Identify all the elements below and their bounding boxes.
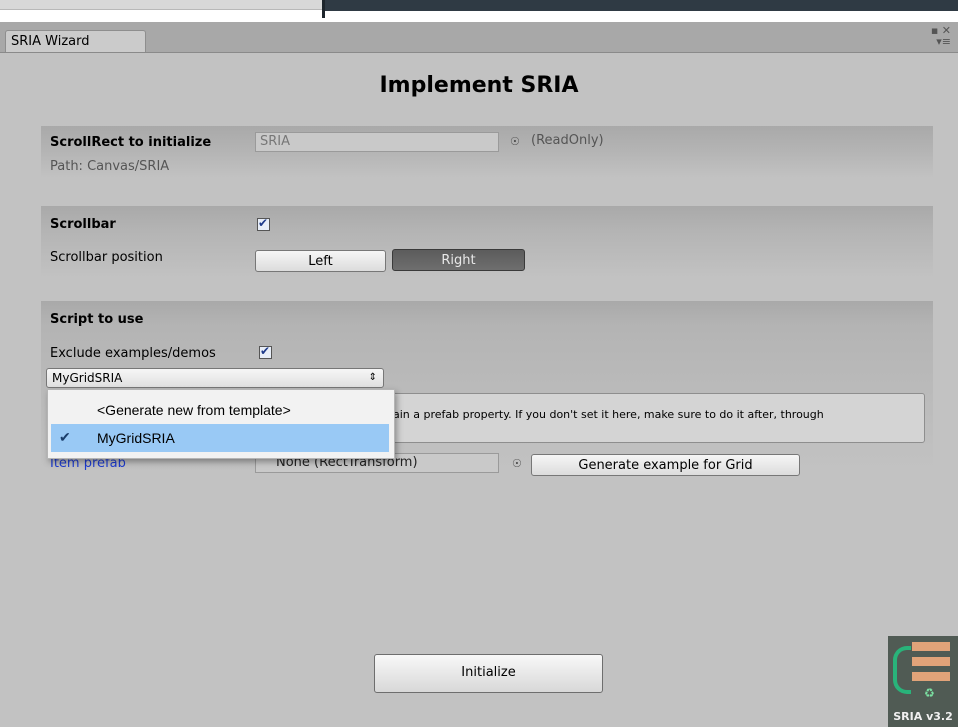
- dropdown-option-generate[interactable]: <Generate new from template>: [51, 396, 389, 424]
- tab-sria-wizard[interactable]: SRIA Wizard: [5, 30, 146, 52]
- object-picker-icon[interactable]: ☉: [512, 457, 522, 470]
- dropdown-option-mygridsria[interactable]: ✔ MyGridSRIA: [51, 424, 389, 452]
- window-controls[interactable]: ▪ ✕ ▾≡: [931, 25, 951, 47]
- dropdown-option-label: <Generate new from template>: [97, 402, 291, 418]
- help-box: ain a prefab property. If you don't set …: [388, 393, 925, 443]
- scrollrect-section: ScrollRect to initialize SRIA ☉ (ReadOnl…: [41, 126, 933, 178]
- tab-bar: SRIA Wizard ▪ ✕ ▾≡: [0, 22, 958, 53]
- exclude-examples-checkbox[interactable]: [259, 344, 272, 359]
- scrollbar-checkbox[interactable]: [257, 216, 270, 231]
- logo-bar: [912, 657, 950, 666]
- logo-bar: [912, 672, 950, 681]
- scrollbar-label: Scrollbar: [50, 217, 116, 232]
- scrollbar-right-button[interactable]: Right: [392, 249, 525, 271]
- checkmark-icon: ✔: [59, 429, 71, 445]
- panel-divider: [322, 0, 325, 18]
- scrollbar-left-button[interactable]: Left: [255, 250, 386, 272]
- page-title: Implement SRIA: [379, 73, 579, 98]
- hierarchy-panel-edge: [0, 0, 322, 10]
- object-picker-icon[interactable]: ☉: [510, 135, 520, 148]
- initialize-button[interactable]: Initialize: [374, 654, 603, 693]
- script-dropdown-menu: <Generate new from template> ✔ MyGridSRI…: [47, 389, 395, 459]
- generate-example-button[interactable]: Generate example for Grid: [531, 454, 800, 476]
- scene-view-edge: [322, 0, 958, 11]
- dropdown-option-label: MyGridSRIA: [97, 430, 175, 446]
- scrollrect-field: SRIA: [255, 132, 499, 152]
- sria-logo: ♻ SRIA v3.2: [888, 636, 958, 727]
- context-menu-icon[interactable]: ▾≡: [936, 35, 951, 48]
- help-text: ain a prefab property. If you don't set …: [393, 408, 824, 421]
- recycle-icon: ♻: [924, 686, 935, 700]
- logo-bar: [912, 642, 950, 651]
- select-arrows-icon: ⇕: [368, 372, 377, 383]
- logo-curve-icon: [893, 646, 911, 694]
- readonly-label: (ReadOnly): [531, 133, 604, 148]
- scrollbar-section: Scrollbar Scrollbar position Left Right: [41, 206, 933, 278]
- scrollbar-position-label: Scrollbar position: [50, 250, 163, 265]
- script-label: Script to use: [50, 312, 144, 327]
- exclude-examples-label: Exclude examples/demos: [50, 346, 216, 361]
- script-select-value: MyGridSRIA: [52, 371, 123, 385]
- version-label: SRIA v3.2: [893, 710, 953, 723]
- top-editor-strip: [0, 0, 958, 22]
- path-label: Path: Canvas/SRIA: [50, 159, 170, 174]
- scrollrect-label: ScrollRect to initialize: [50, 135, 212, 150]
- script-select[interactable]: MyGridSRIA ⇕: [46, 368, 384, 388]
